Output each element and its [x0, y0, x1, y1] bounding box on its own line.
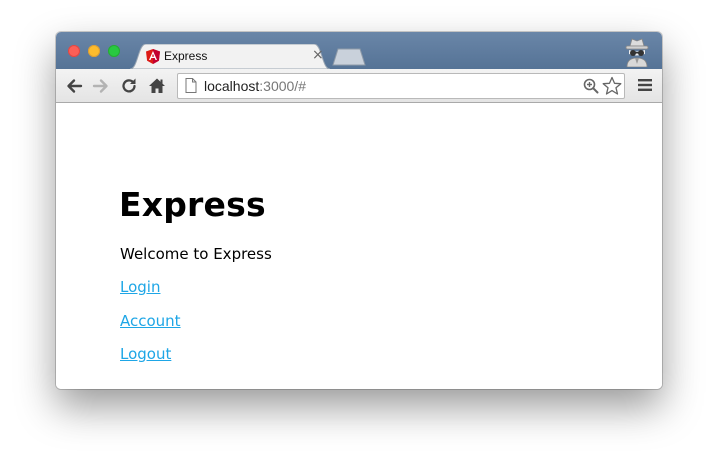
star-icon[interactable]	[602, 76, 622, 96]
title-bar: Express ×	[56, 32, 662, 69]
address-bar[interactable]: localhost:3000/#	[177, 73, 625, 99]
tab-title: Express	[164, 49, 208, 63]
browser-toolbar: localhost:3000/#	[56, 69, 662, 103]
account-link[interactable]: Account	[120, 312, 181, 330]
tab-express[interactable]: Express ×	[130, 44, 330, 69]
maximize-window-button[interactable]	[108, 45, 120, 57]
browser-window: Express × localhost:3000/# Express Welco…	[56, 32, 662, 389]
login-link[interactable]: Login	[120, 278, 160, 296]
page-content: Express Welcome to Express Login Account…	[56, 103, 662, 389]
welcome-text: Welcome to Express	[120, 245, 272, 263]
url-host: localhost	[204, 78, 260, 94]
back-icon[interactable]	[64, 76, 84, 96]
incognito-icon	[625, 38, 649, 67]
close-window-button[interactable]	[68, 45, 80, 57]
page-title: Express	[119, 185, 266, 224]
angular-icon	[146, 49, 160, 64]
zoom-icon[interactable]	[583, 78, 599, 94]
minimize-window-button[interactable]	[88, 45, 100, 57]
tab-close-icon[interactable]: ×	[312, 47, 324, 63]
url-path: :3000/#	[259, 78, 306, 94]
reload-icon[interactable]	[119, 76, 139, 96]
logout-link[interactable]: Logout	[120, 345, 171, 363]
tab-shape	[130, 44, 330, 69]
page-icon	[185, 78, 197, 93]
forward-icon[interactable]	[91, 76, 111, 96]
url-text[interactable]: localhost:3000/#	[204, 78, 306, 94]
new-tab-button[interactable]	[332, 48, 366, 66]
home-icon[interactable]	[147, 76, 167, 96]
menu-icon[interactable]	[637, 78, 653, 92]
